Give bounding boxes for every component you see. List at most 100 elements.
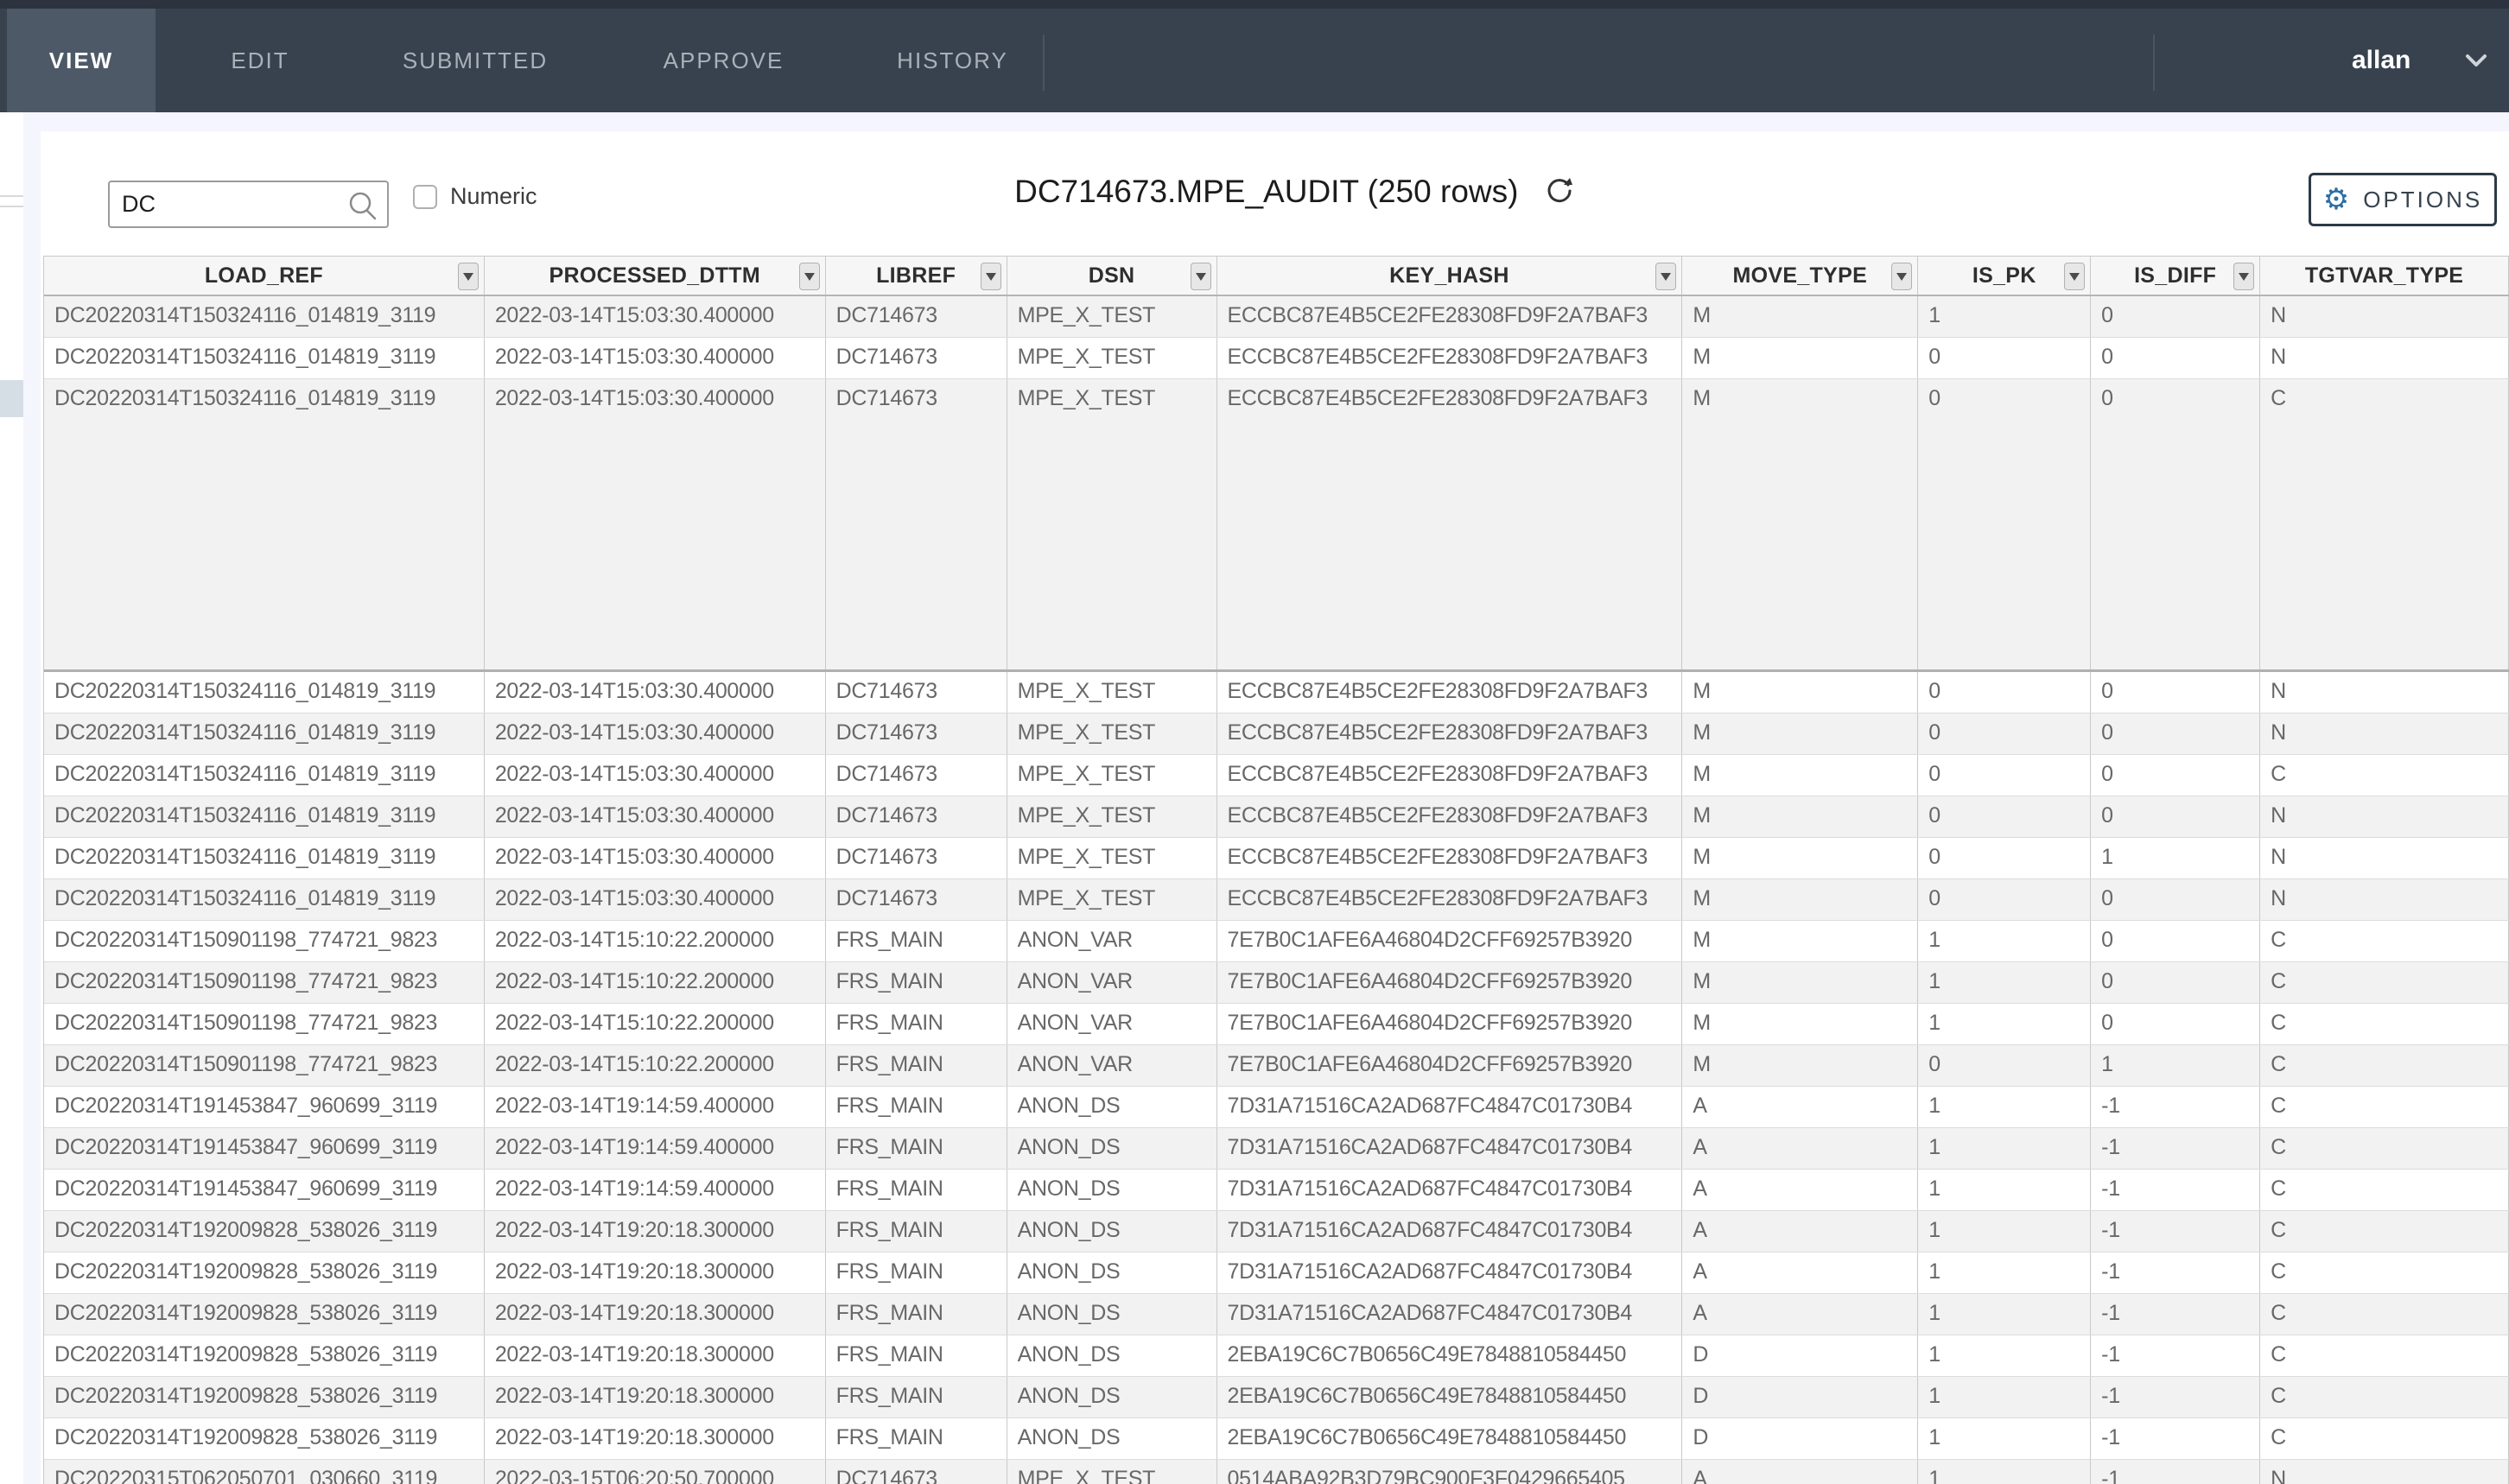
cell: 2022-03-14T19:20:18.300000 — [485, 1377, 826, 1417]
column-header-dsn[interactable]: DSN — [1007, 257, 1217, 295]
table-row[interactable]: DC20220314T150324116_014819_31192022-03-… — [44, 755, 2509, 796]
column-header-load_ref[interactable]: LOAD_REF — [44, 257, 485, 295]
cell: 2022-03-14T15:10:22.200000 — [485, 921, 826, 961]
sidebar-handle[interactable] — [0, 380, 23, 417]
column-header-tgtvar_type[interactable]: TGTVAR_TYPE — [2260, 257, 2509, 295]
table-row[interactable]: DC20220314T192009828_538026_31192022-03-… — [44, 1211, 2509, 1253]
table-row[interactable]: DC20220314T150901198_774721_98232022-03-… — [44, 921, 2509, 962]
cell: DC20220314T150324116_014819_3119 — [44, 796, 485, 837]
cell: C — [2260, 1294, 2509, 1335]
column-header-move_type[interactable]: MOVE_TYPE — [1682, 257, 1918, 295]
cell: N — [2260, 796, 2509, 837]
filter-icon[interactable] — [799, 263, 820, 290]
cell: DC714673 — [826, 296, 1007, 337]
cell: M — [1682, 379, 1918, 669]
table-row[interactable]: DC20220314T150324116_014819_31192022-03-… — [44, 838, 2509, 879]
table-row[interactable]: DC20220314T150324116_014819_31192022-03-… — [44, 879, 2509, 921]
cell: N — [2260, 879, 2509, 920]
user-menu[interactable]: allan — [2146, 9, 2509, 112]
table-row[interactable]: DC20220314T192009828_538026_31192022-03-… — [44, 1418, 2509, 1460]
table-row[interactable]: DC20220314T150324116_014819_31192022-03-… — [44, 672, 2509, 713]
cell: M — [1682, 296, 1918, 337]
table-row[interactable]: DC20220314T150324116_014819_31192022-03-… — [44, 296, 2509, 338]
cell: DC20220314T150324116_014819_3119 — [44, 379, 485, 669]
table-row[interactable]: DC20220314T150324116_014819_31192022-03-… — [44, 713, 2509, 755]
filter-icon[interactable] — [981, 263, 1001, 290]
top-strip — [0, 0, 2509, 9]
cell: 2022-03-14T15:03:30.400000 — [485, 338, 826, 378]
filter-icon[interactable] — [1655, 263, 1676, 290]
cell: DC20220314T191453847_960699_3119 — [44, 1128, 485, 1169]
cell: 1 — [1918, 1377, 2091, 1417]
cell: 2022-03-14T19:14:59.400000 — [485, 1170, 826, 1210]
table-row[interactable]: DC20220315T062050701_030660_31192022-03-… — [44, 1460, 2509, 1484]
cell: ANON_DS — [1007, 1335, 1217, 1376]
cell: A — [1682, 1170, 1918, 1210]
cell: 2022-03-14T15:03:30.400000 — [485, 379, 826, 669]
column-header-is_pk[interactable]: IS_PK — [1918, 257, 2091, 295]
table-row[interactable]: DC20220314T192009828_538026_31192022-03-… — [44, 1335, 2509, 1377]
cell: DC20220315T062050701_030660_3119 — [44, 1460, 485, 1484]
filter-triangle — [1896, 273, 1907, 281]
column-header-libref[interactable]: LIBREF — [826, 257, 1007, 295]
cell: 1 — [2091, 838, 2260, 878]
table-row[interactable]: DC20220314T150324116_014819_31192022-03-… — [44, 379, 2509, 672]
table-row[interactable]: DC20220314T191453847_960699_31192022-03-… — [44, 1170, 2509, 1211]
cell: M — [1682, 838, 1918, 878]
cell: ANON_VAR — [1007, 921, 1217, 961]
filter-icon[interactable] — [1891, 263, 1912, 290]
cell: FRS_MAIN — [826, 1170, 1007, 1210]
table-row[interactable]: DC20220314T192009828_538026_31192022-03-… — [44, 1294, 2509, 1335]
column-header-processed_dttm[interactable]: PROCESSED_DTTM — [485, 257, 826, 295]
app-window: VIEW EDIT SUBMITTED APPROVE HISTORY alla… — [0, 0, 2509, 1484]
cell: 0 — [2091, 962, 2260, 1003]
column-header-label: IS_PK — [1972, 263, 2036, 289]
tab-history[interactable]: HISTORY — [864, 9, 1041, 112]
cell: FRS_MAIN — [826, 1335, 1007, 1376]
table-row[interactable]: DC20220314T191453847_960699_31192022-03-… — [44, 1128, 2509, 1170]
cell: 0 — [1918, 672, 2091, 713]
cell: M — [1682, 713, 1918, 754]
table-row[interactable]: DC20220314T150901198_774721_98232022-03-… — [44, 1045, 2509, 1087]
cell: FRS_MAIN — [826, 1087, 1007, 1127]
tab-view[interactable]: VIEW — [7, 9, 156, 112]
table-row[interactable]: DC20220314T192009828_538026_31192022-03-… — [44, 1253, 2509, 1294]
table-row[interactable]: DC20220314T150901198_774721_98232022-03-… — [44, 962, 2509, 1004]
options-button[interactable]: ⚙ OPTIONS — [2309, 173, 2497, 226]
cell: -1 — [2091, 1294, 2260, 1335]
cell: DC714673 — [826, 879, 1007, 920]
cell: ECCBC87E4B5CE2FE28308FD9F2A7BAF3 — [1217, 672, 1683, 713]
cell: 0 — [1918, 838, 2091, 878]
table-row[interactable]: DC20220314T192009828_538026_31192022-03-… — [44, 1377, 2509, 1418]
filter-icon[interactable] — [1191, 263, 1211, 290]
table-row[interactable]: DC20220314T150324116_014819_31192022-03-… — [44, 796, 2509, 838]
column-header-label: MOVE_TYPE — [1733, 263, 1868, 289]
cell: DC20220314T192009828_538026_3119 — [44, 1335, 485, 1376]
cell: MPE_X_TEST — [1007, 379, 1217, 669]
cell: 2EBA19C6C7B0656C49E7848810584450 — [1217, 1377, 1683, 1417]
cell: DC20220314T150901198_774721_9823 — [44, 962, 485, 1003]
refresh-icon[interactable] — [1543, 174, 1576, 212]
column-header-is_diff[interactable]: IS_DIFF — [2091, 257, 2260, 295]
table-row[interactable]: DC20220314T150901198_774721_98232022-03-… — [44, 1004, 2509, 1045]
table-row[interactable]: DC20220314T150324116_014819_31192022-03-… — [44, 338, 2509, 379]
filter-triangle — [2239, 273, 2249, 281]
filter-triangle — [986, 273, 996, 281]
cell: DC20220314T150901198_774721_9823 — [44, 1004, 485, 1044]
cell: C — [2260, 1418, 2509, 1459]
filter-icon[interactable] — [2233, 263, 2254, 290]
cell: DC714673 — [826, 755, 1007, 796]
cell: DC20220314T150324116_014819_3119 — [44, 838, 485, 878]
cell: 0 — [2091, 713, 2260, 754]
column-header-key_hash[interactable]: KEY_HASH — [1217, 257, 1683, 295]
tab-approve[interactable]: APPROVE — [631, 9, 816, 112]
cell: C — [2260, 755, 2509, 796]
tab-submitted[interactable]: SUBMITTED — [372, 9, 579, 112]
tab-edit[interactable]: EDIT — [187, 9, 333, 112]
cell: ECCBC87E4B5CE2FE28308FD9F2A7BAF3 — [1217, 338, 1683, 378]
cell: 0 — [2091, 379, 2260, 669]
filter-icon[interactable] — [2064, 263, 2085, 290]
table-row[interactable]: DC20220314T191453847_960699_31192022-03-… — [44, 1087, 2509, 1128]
filter-icon[interactable] — [458, 263, 479, 290]
cell: D — [1682, 1335, 1918, 1376]
